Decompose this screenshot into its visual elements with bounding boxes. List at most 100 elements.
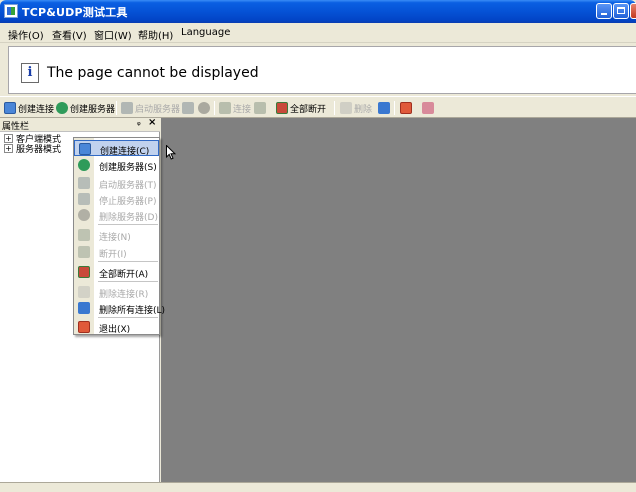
ctx-delete-all-connections[interactable]: 删除所有连接(L) — [74, 300, 165, 316]
tree-node-label: 服务器模式 — [16, 145, 62, 155]
ctx-disconnect-all[interactable]: 全部断开(A) — [74, 264, 159, 280]
toolbar-start-server-button[interactable]: 启动服务器 — [121, 100, 180, 116]
mouse-cursor-icon — [166, 145, 176, 160]
ctx-item-label: 创建连接(C) — [100, 147, 150, 157]
start-server-icon — [121, 102, 133, 114]
connect-icon — [78, 229, 90, 241]
error-panel: i The page cannot be displayed — [8, 46, 636, 94]
toolbar: 创建连接 创建服务器 启动服务器 连接 全部断开 删除 — [0, 96, 636, 118]
toolbar-connect-label: 连接 — [233, 104, 252, 115]
toolbar-start-server-label: 启动服务器 — [135, 104, 181, 115]
delete-all-connections-icon — [378, 102, 390, 114]
menu-view[interactable]: 查看(V) — [52, 27, 87, 42]
mdi-workspace[interactable] — [161, 118, 636, 482]
tree-node-server-mode[interactable]: + 服务器模式 — [4, 142, 61, 155]
maximize-button[interactable] — [613, 3, 629, 19]
toolbar-create-server-label: 创建服务器 — [70, 104, 116, 115]
disconnect-icon — [78, 246, 90, 258]
ctx-disconnect[interactable]: 断开(I) — [74, 244, 159, 260]
toolbar-delete-connection-button[interactable]: 删除 — [340, 100, 372, 116]
stop-server-icon — [78, 193, 90, 205]
delete-server-icon — [78, 209, 90, 221]
disconnect-all-icon — [276, 102, 288, 114]
error-message: The page cannot be displayed — [47, 65, 259, 81]
ctx-item-label: 停止服务器(P) — [99, 197, 157, 207]
window-title: TCP&UDP测试工具 — [22, 6, 128, 19]
toolbar-connect-button[interactable]: 连接 — [219, 100, 251, 116]
expand-icon[interactable]: + — [4, 144, 13, 153]
menu-window[interactable]: 窗口(W) — [94, 27, 132, 42]
toolbar-separator — [116, 101, 117, 115]
close-button[interactable] — [630, 3, 636, 19]
ctx-start-server[interactable]: 启动服务器(T) — [74, 175, 159, 191]
ctx-delete-server[interactable]: 删除服务器(D) — [74, 207, 159, 223]
connect-icon — [219, 102, 231, 114]
context-menu: 创建连接(C) 创建服务器(S) 启动服务器(T) 停止服务器(P) 删除服务器… — [73, 137, 165, 335]
exit-icon — [78, 321, 90, 333]
menu-separator — [98, 224, 158, 225]
minimize-button[interactable] — [596, 3, 612, 19]
ctx-item-label: 删除服务器(D) — [99, 213, 158, 223]
ctx-item-label: 全部断开(A) — [99, 270, 149, 280]
menu-operate[interactable]: 操作(O) — [8, 27, 44, 42]
toolbar-separator — [334, 101, 335, 115]
toolbar-disconnect-all-label: 全部断开 — [290, 104, 327, 115]
toolbar-delete-server-button[interactable] — [198, 100, 212, 116]
maximize-icon — [617, 7, 625, 14]
menu-separator — [98, 317, 158, 318]
toolbar-separator — [214, 101, 215, 115]
create-server-icon — [56, 102, 68, 114]
toolbar-create-connection-label: 创建连接 — [18, 104, 55, 115]
menu-language[interactable]: Language — [181, 27, 230, 38]
about-icon — [422, 102, 434, 114]
ctx-item-label: 删除所有连接(L) — [99, 306, 166, 316]
ctx-delete-connection[interactable]: 删除连接(R) — [74, 284, 159, 300]
ctx-create-connection[interactable]: 创建连接(C) — [74, 140, 159, 157]
toolbar-stop-server-button[interactable] — [182, 100, 196, 116]
panel-close-icon[interactable]: × — [148, 117, 156, 128]
create-connection-icon — [4, 102, 16, 114]
toolbar-disconnect-button[interactable] — [254, 100, 268, 116]
menu-bar: 操作(O) 查看(V) 窗口(W) 帮助(H) Language — [0, 23, 636, 43]
panel-header: 属性栏 ᵩ × — [0, 117, 160, 132]
toolbar-create-server-button[interactable]: 创建服务器 — [56, 100, 115, 116]
toolbar-delete-label: 删除 — [354, 104, 373, 115]
ctx-item-label: 删除连接(R) — [99, 290, 149, 300]
toolbar-separator — [394, 101, 395, 115]
toolbar-about-button[interactable] — [422, 100, 436, 116]
menu-separator — [98, 281, 158, 282]
ctx-exit[interactable]: 退出(X) — [74, 319, 159, 335]
toolbar-disconnect-all-button[interactable]: 全部断开 — [276, 100, 326, 116]
minimize-icon — [601, 13, 607, 15]
ctx-item-label: 创建服务器(S) — [99, 163, 157, 173]
delete-connection-icon — [78, 286, 90, 298]
toolbar-delete-all-connections-button[interactable] — [378, 100, 392, 116]
delete-server-icon — [198, 102, 210, 114]
info-icon: i — [21, 63, 39, 83]
ctx-stop-server[interactable]: 停止服务器(P) — [74, 191, 159, 207]
menu-help[interactable]: 帮助(H) — [138, 27, 173, 42]
create-server-icon — [78, 159, 90, 171]
delete-all-connections-icon — [78, 302, 90, 314]
start-server-icon — [78, 177, 90, 189]
menu-separator — [98, 261, 158, 262]
delete-connection-icon — [340, 102, 352, 114]
ctx-create-server[interactable]: 创建服务器(S) — [74, 157, 159, 173]
ctx-connect[interactable]: 连接(N) — [74, 227, 159, 243]
ctx-item-label: 退出(X) — [99, 325, 131, 335]
toolbar-create-connection-button[interactable]: 创建连接 — [4, 100, 54, 116]
ctx-item-label: 连接(N) — [99, 233, 131, 243]
create-connection-icon — [79, 143, 91, 155]
ctx-item-label: 断开(I) — [99, 250, 127, 260]
stop-server-icon — [182, 102, 194, 114]
title-bar[interactable]: TCP&UDP测试工具 — [0, 0, 636, 23]
disconnect-all-icon — [78, 266, 90, 278]
pin-icon[interactable]: ᵩ — [137, 118, 141, 128]
toolbar-exit-button[interactable] — [400, 100, 414, 116]
status-bar — [0, 482, 636, 492]
exit-icon — [400, 102, 412, 114]
panel-title: 属性栏 — [2, 122, 30, 132]
disconnect-icon — [254, 102, 266, 114]
ctx-item-label: 启动服务器(T) — [99, 181, 157, 191]
app-icon — [4, 4, 18, 18]
